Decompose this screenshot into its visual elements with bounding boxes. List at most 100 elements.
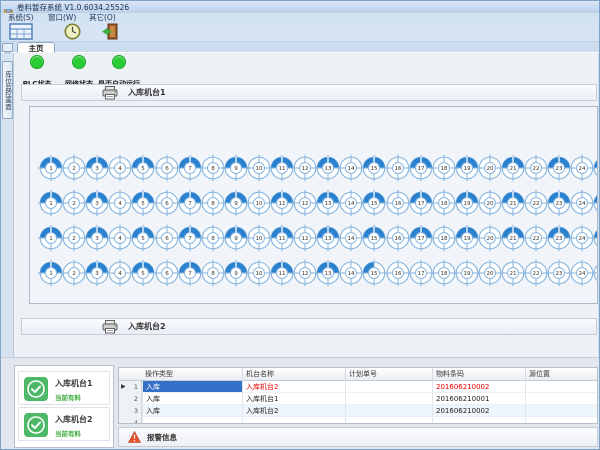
col-op[interactable]: 操作类型: [142, 368, 242, 381]
dock-corner-button[interactable]: [2, 43, 13, 52]
svg-text:16: 16: [394, 166, 402, 172]
slot-25: 25: [591, 154, 598, 182]
svg-text:8: 8: [211, 201, 215, 207]
cell-barcode[interactable]: [432, 417, 525, 424]
cell-src[interactable]: [525, 393, 598, 405]
table-row-1[interactable]: ▶1 入库 入库机台2 201606210002: [119, 381, 597, 393]
svg-text:13: 13: [325, 201, 333, 207]
svg-text:6: 6: [165, 166, 169, 172]
svg-text:18: 18: [440, 166, 448, 172]
cell-barcode[interactable]: 201606210002: [432, 405, 525, 417]
side-tab-monitor[interactable]: 库位监控画面: [2, 61, 13, 119]
station1-print-button[interactable]: [102, 86, 118, 100]
station1-header: 入库机台1: [21, 84, 597, 101]
side-dock-strip: 库位监控画面: [1, 53, 14, 357]
col-src[interactable]: 源位置: [525, 368, 598, 381]
cell-src[interactable]: [525, 381, 598, 393]
svg-text:24: 24: [579, 236, 587, 242]
toolbar: [1, 22, 600, 42]
cell-machine[interactable]: 入库机台2: [242, 405, 345, 417]
cell-machine[interactable]: 入库机台2: [242, 381, 345, 393]
svg-text:20: 20: [486, 236, 494, 242]
svg-text:12: 12: [302, 201, 309, 207]
machine-card-1: 入库机台1 当前有料: [18, 371, 110, 405]
svg-text:18: 18: [440, 201, 448, 207]
machine-card-2: 入库机台2 当前有料: [18, 407, 110, 441]
table-row-3[interactable]: 3 入库 入库机台2 201606210002: [119, 405, 597, 417]
svg-text:9: 9: [234, 271, 238, 277]
svg-text:16: 16: [394, 271, 402, 277]
svg-text:20: 20: [486, 201, 494, 207]
table-row-2[interactable]: 2 入库 入库机台1 201606210001: [119, 393, 597, 405]
svg-text:15: 15: [371, 201, 379, 207]
table-row-4[interactable]: 4: [119, 417, 597, 424]
svg-text:6: 6: [165, 271, 169, 277]
cell-plan[interactable]: [345, 417, 432, 424]
menu-other[interactable]: 其它(O): [89, 13, 116, 22]
svg-text:11: 11: [278, 271, 286, 277]
menu-system[interactable]: 系统(S): [8, 13, 34, 22]
exit-button[interactable]: [101, 23, 119, 42]
cell-op[interactable]: 入库: [142, 405, 242, 417]
menu-window[interactable]: 窗口(W): [48, 13, 76, 22]
station2-print-button[interactable]: [102, 320, 118, 334]
col-machine[interactable]: 机台名称: [242, 368, 345, 381]
titlebar: 卷料暂存系统 V1.0.6034.25526: [1, 1, 600, 13]
clock-button[interactable]: [64, 23, 81, 42]
svg-text:13: 13: [325, 271, 333, 277]
svg-text:7: 7: [188, 236, 192, 242]
svg-text:20: 20: [486, 166, 494, 172]
cell-barcode[interactable]: 201606210002: [432, 381, 525, 393]
col-barcode[interactable]: 物料条码: [432, 368, 525, 381]
svg-text:23: 23: [556, 271, 564, 277]
station2-title: 入库机台2: [128, 321, 166, 332]
cell-machine[interactable]: [242, 417, 345, 424]
cell-op[interactable]: [142, 417, 242, 424]
row-indicator: ▶1: [119, 381, 142, 393]
svg-text:17: 17: [417, 236, 425, 242]
svg-text:16: 16: [394, 201, 402, 207]
svg-text:5: 5: [142, 271, 146, 277]
svg-text:5: 5: [142, 166, 146, 172]
machine-status-panel: 入库机台1 当前有料 入库机台2 当前有料: [14, 365, 114, 448]
check-icon: [24, 377, 48, 401]
svg-text:3: 3: [95, 166, 99, 172]
alarm-label: 报警信息: [147, 432, 177, 443]
cell-op[interactable]: 入库: [142, 381, 242, 393]
svg-text:23: 23: [556, 166, 564, 172]
cell-plan[interactable]: [345, 393, 432, 405]
cell-plan[interactable]: [345, 381, 432, 393]
svg-text:19: 19: [463, 271, 471, 277]
svg-text:10: 10: [255, 201, 263, 207]
task-table: 操作类型 机台名称 计划单号 物料条码 源位置 ▶1 入库 入库机台2 2016…: [118, 367, 598, 424]
col-plan[interactable]: 计划单号: [345, 368, 432, 381]
cell-machine[interactable]: 入库机台1: [242, 393, 345, 405]
cell-src[interactable]: [525, 417, 598, 424]
calendar-button[interactable]: [9, 23, 33, 42]
svg-text:3: 3: [95, 236, 99, 242]
table-header: 操作类型 机台名称 计划单号 物料条码 源位置: [119, 368, 597, 381]
cell-src[interactable]: [525, 405, 598, 417]
menubar: 系统(S) 窗口(W) 其它(O): [1, 13, 600, 22]
cell-op[interactable]: 入库: [142, 393, 242, 405]
tab-home[interactable]: 主页: [17, 42, 55, 53]
svg-text:22: 22: [533, 201, 540, 207]
svg-text:14: 14: [348, 271, 356, 277]
cell-plan[interactable]: [345, 405, 432, 417]
svg-text:8: 8: [211, 236, 215, 242]
slot-25: 25: [591, 224, 598, 252]
svg-text:22: 22: [533, 236, 540, 242]
svg-text:19: 19: [463, 166, 471, 172]
svg-text:22: 22: [533, 271, 540, 277]
cell-barcode[interactable]: 201606210001: [432, 393, 525, 405]
row-indicator: 4: [119, 417, 142, 424]
machine-card-title: 入库机台2: [55, 414, 93, 425]
svg-text:10: 10: [255, 236, 263, 242]
svg-text:22: 22: [533, 166, 540, 172]
svg-text:18: 18: [440, 271, 448, 277]
svg-text:8: 8: [211, 271, 215, 277]
svg-text:4: 4: [119, 166, 123, 172]
svg-text:20: 20: [486, 271, 494, 277]
alarm-panel-header: 报警信息: [118, 427, 598, 447]
svg-text:17: 17: [417, 201, 425, 207]
